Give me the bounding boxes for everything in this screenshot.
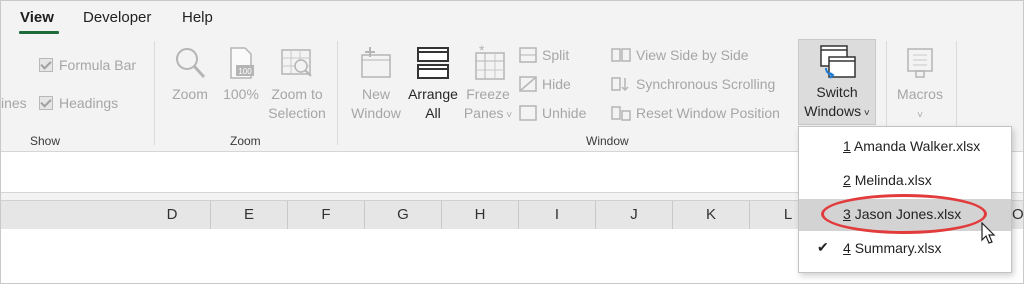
synchronous-scrolling-button[interactable]: Synchronous Scrolling	[611, 76, 775, 92]
freeze-panes-line1: Freeze	[466, 86, 510, 102]
split-icon	[519, 47, 537, 63]
sync-scroll-icon	[611, 77, 629, 92]
group-label-show: Show	[30, 134, 61, 148]
tab-view[interactable]: View	[20, 9, 54, 26]
column-header-g[interactable]: G	[365, 201, 442, 229]
switch-windows-line1: Switch	[816, 84, 858, 100]
macros-button[interactable]: Macros ˅	[893, 45, 947, 125]
reset-position-icon	[611, 106, 631, 121]
active-tab-indicator	[19, 31, 59, 34]
column-header-i[interactable]: I	[519, 201, 596, 229]
formula-bar-label: Formula Bar	[59, 57, 137, 73]
group-separator	[154, 41, 155, 145]
group-separator	[337, 41, 338, 145]
column-header-k[interactable]: K	[673, 201, 750, 229]
freeze-panes-button[interactable]: * Freeze Panes ˅	[459, 45, 517, 125]
menu-item-label: Melinda.xlsx	[854, 172, 932, 188]
unhide-icon	[519, 105, 537, 121]
split-label: Split	[542, 47, 570, 63]
unhide-label: Unhide	[542, 105, 587, 121]
group-label-window: Window	[586, 134, 629, 148]
new-window-line1: New	[361, 86, 390, 102]
chevron-down-icon: ˅	[861, 108, 870, 119]
split-button[interactable]: Split	[519, 47, 569, 63]
menu-item-number: 1	[843, 138, 851, 154]
menu-item-melinda[interactable]: 2 Melinda.xlsx	[799, 165, 1011, 197]
headings-checkbox[interactable]: Headings	[39, 95, 118, 111]
svg-text:*: *	[479, 45, 485, 58]
excel-window: View Developer Help ines Formula Bar Hea…	[0, 0, 1024, 284]
new-window-line2: Window	[351, 105, 401, 121]
zoom-label: Zoom	[172, 86, 208, 102]
ribbon-tab-bar: View Developer Help	[1, 1, 1023, 35]
hide-icon	[519, 76, 537, 92]
tab-help[interactable]: Help	[182, 9, 213, 26]
column-header-e[interactable]: E	[211, 201, 288, 229]
zoom-selection-icon	[281, 49, 312, 77]
reset-window-position-button[interactable]: Reset Window Position	[611, 105, 780, 121]
view-side-by-side-button[interactable]: View Side by Side	[611, 47, 749, 63]
chevron-down-icon: ˅	[503, 110, 513, 121]
checkbox-icon	[39, 58, 53, 72]
annotation-highlight-circle	[821, 194, 987, 234]
reset-window-position-label: Reset Window Position	[636, 105, 780, 121]
hide-label: Hide	[542, 76, 571, 92]
zoom-button[interactable]: Zoom	[167, 45, 213, 104]
freeze-panes-line2: Panes	[463, 105, 504, 121]
switch-windows-line2: Windows	[804, 103, 862, 119]
headings-label: Headings	[59, 95, 119, 111]
gridlines-label-cut: ines	[1, 95, 27, 111]
menu-item-label: Amanda Walker.xlsx	[853, 138, 981, 154]
zoom-100-label: 100%	[223, 86, 259, 102]
hundred-icon-text: 100	[238, 67, 252, 76]
tab-developer[interactable]: Developer	[83, 9, 151, 26]
arrange-all-button[interactable]: Arrange All	[405, 45, 461, 123]
arrange-all-line2: All	[425, 105, 441, 121]
column-header-j[interactable]: J	[596, 201, 673, 229]
checkmark-icon: ✔	[817, 239, 829, 255]
zoom-to-selection-line2: Selection	[268, 105, 326, 121]
switch-windows-button[interactable]: Switch Windows ˅	[798, 39, 876, 125]
menu-item-summary[interactable]: ✔ 4 Summary.xlsx	[799, 233, 1011, 265]
checkbox-icon	[39, 96, 53, 110]
unhide-button[interactable]: Unhide	[519, 105, 586, 121]
hide-button[interactable]: Hide	[519, 76, 571, 92]
zoom-to-selection-line1: Zoom to	[271, 86, 323, 102]
menu-item-label: Summary.xlsx	[854, 240, 942, 256]
arrange-all-icon	[417, 47, 449, 79]
zoom-to-selection-button[interactable]: Zoom to Selection	[265, 45, 329, 123]
side-by-side-icon	[611, 48, 631, 62]
column-header-h[interactable]: H	[442, 201, 519, 229]
page-100-icon: 100	[230, 47, 254, 79]
arrange-all-line1: Arrange	[408, 86, 458, 102]
menu-item-amanda-walker[interactable]: 1 Amanda Walker.xlsx	[799, 131, 1011, 163]
menu-item-number: 4	[843, 240, 851, 256]
switch-windows-icon	[820, 45, 856, 79]
view-side-by-side-label: View Side by Side	[636, 47, 749, 63]
column-header-d[interactable]: D	[134, 201, 211, 229]
macros-label: Macros	[897, 86, 943, 102]
freeze-panes-icon: *	[475, 45, 505, 80]
menu-item-number: 2	[843, 172, 851, 188]
group-label-zoom: Zoom	[230, 134, 261, 148]
mouse-pointer-icon	[981, 222, 996, 244]
column-header-f[interactable]: F	[288, 201, 365, 229]
chevron-down-icon: ˅	[917, 110, 923, 121]
synchronous-scrolling-label: Synchronous Scrolling	[636, 76, 776, 92]
macros-icon	[907, 48, 933, 78]
formula-bar-checkbox[interactable]: Formula Bar	[39, 57, 136, 73]
zoom-100-button[interactable]: 100 100%	[219, 45, 263, 104]
new-window-icon	[361, 47, 391, 78]
magnifier-icon	[176, 48, 206, 79]
new-window-button[interactable]: New Window	[345, 45, 407, 123]
